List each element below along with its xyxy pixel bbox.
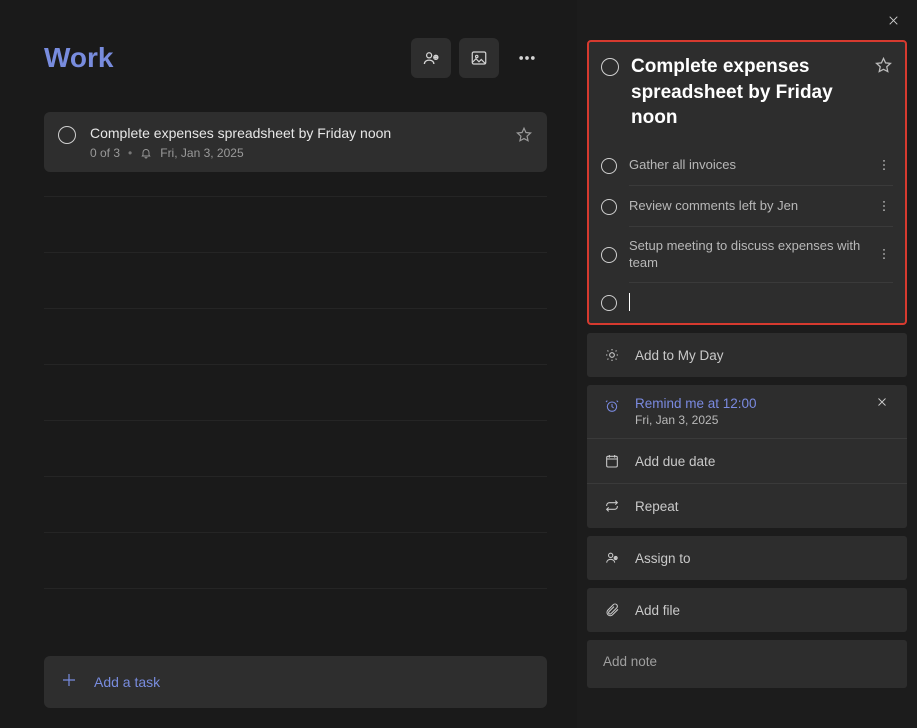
task-body: Complete expenses spreadsheet by Friday … <box>90 124 501 160</box>
repeat-icon <box>603 498 621 514</box>
step-complete-radio[interactable] <box>601 158 617 174</box>
bell-icon <box>140 147 152 159</box>
star-icon <box>515 126 533 144</box>
step-text[interactable]: Gather all invoices <box>629 156 863 174</box>
clear-reminder-button[interactable] <box>873 396 891 408</box>
reminder-label: Remind me at 12:00 <box>635 396 859 411</box>
close-detail-button[interactable] <box>879 6 907 34</box>
person-add-icon <box>422 49 441 68</box>
reminder-row[interactable]: Remind me at 12:00 Fri, Jan 3, 2025 <box>587 385 907 438</box>
add-file-button[interactable]: Add file <box>587 588 907 632</box>
person-assign-icon <box>603 550 621 566</box>
plus-icon <box>60 671 78 694</box>
add-task-input[interactable]: Add a task <box>44 656 547 708</box>
step-more-button[interactable] <box>875 158 893 172</box>
share-button[interactable] <box>411 38 451 78</box>
note-input[interactable]: Add note <box>587 640 907 688</box>
assign-to-button[interactable]: Assign to <box>587 536 907 580</box>
repeat-label: Repeat <box>635 499 891 514</box>
add-to-my-day-button[interactable]: Add to My Day <box>587 333 907 377</box>
close-icon <box>876 396 888 408</box>
step-row[interactable]: Review comments left by Jen <box>601 186 893 226</box>
close-icon <box>887 14 900 27</box>
task-detail-highlight: Complete expenses spreadsheet by Friday … <box>587 40 907 325</box>
add-to-my-day-label: Add to My Day <box>635 348 891 363</box>
step-more-button[interactable] <box>875 199 893 213</box>
sun-icon <box>603 347 621 363</box>
add-file-label: Add file <box>635 603 891 618</box>
more-vertical-icon <box>877 199 891 213</box>
step-text[interactable]: Setup meeting to discuss expenses with t… <box>629 237 863 272</box>
task-reminder-date: Fri, Jan 3, 2025 <box>160 146 243 160</box>
assign-to-label: Assign to <box>635 551 891 566</box>
step-complete-radio[interactable] <box>601 247 617 263</box>
calendar-icon <box>603 453 621 469</box>
repeat-button[interactable]: Repeat <box>587 483 907 528</box>
alarm-icon <box>603 398 621 414</box>
paperclip-icon <box>603 602 621 618</box>
list-actions <box>411 38 547 78</box>
more-vertical-icon <box>877 247 891 261</box>
task-title: Complete expenses spreadsheet by Friday … <box>90 124 501 142</box>
task-star-button[interactable] <box>515 126 533 149</box>
text-cursor <box>629 293 630 311</box>
detail-title-row: Complete expenses spreadsheet by Friday … <box>601 54 893 131</box>
image-icon <box>470 49 488 67</box>
step-row[interactable]: Setup meeting to discuss expenses with t… <box>601 227 893 282</box>
star-icon <box>874 56 893 75</box>
detail-title[interactable]: Complete expenses spreadsheet by Friday … <box>631 54 862 131</box>
task-progress: 0 of 3 <box>90 146 120 160</box>
step-text[interactable]: Review comments left by Jen <box>629 197 863 215</box>
step-row[interactable]: Gather all invoices <box>601 145 893 185</box>
more-options-button[interactable] <box>507 38 547 78</box>
detail-complete-radio[interactable] <box>601 58 619 76</box>
more-horizontal-icon <box>517 48 537 68</box>
task-detail-panel: Complete expenses spreadsheet by Friday … <box>577 0 917 728</box>
meta-separator: • <box>128 146 132 160</box>
step-complete-radio[interactable] <box>601 199 617 215</box>
steps-list: Gather all invoices Review comments left… <box>601 145 893 311</box>
new-step-radio[interactable] <box>601 295 617 311</box>
task-meta: 0 of 3 • Fri, Jan 3, 2025 <box>90 146 501 160</box>
detail-star-button[interactable] <box>874 56 893 80</box>
note-placeholder: Add note <box>603 654 657 669</box>
add-due-date-label: Add due date <box>635 454 891 469</box>
task-card[interactable]: Complete expenses spreadsheet by Friday … <box>44 112 547 172</box>
add-task-placeholder: Add a task <box>94 674 160 690</box>
more-vertical-icon <box>877 158 891 172</box>
list-header: Work <box>44 38 547 78</box>
empty-task-rows <box>44 196 547 644</box>
list-title: Work <box>44 42 114 74</box>
step-more-button[interactable] <box>875 247 893 261</box>
reminder-date: Fri, Jan 3, 2025 <box>635 413 859 427</box>
task-complete-radio[interactable] <box>58 126 76 144</box>
add-due-date-button[interactable]: Add due date <box>587 438 907 483</box>
main-list-panel: Work Complete expenses spreadsheet by Fr… <box>0 0 577 728</box>
view-options-button[interactable] <box>459 38 499 78</box>
new-step-input[interactable] <box>601 283 893 311</box>
